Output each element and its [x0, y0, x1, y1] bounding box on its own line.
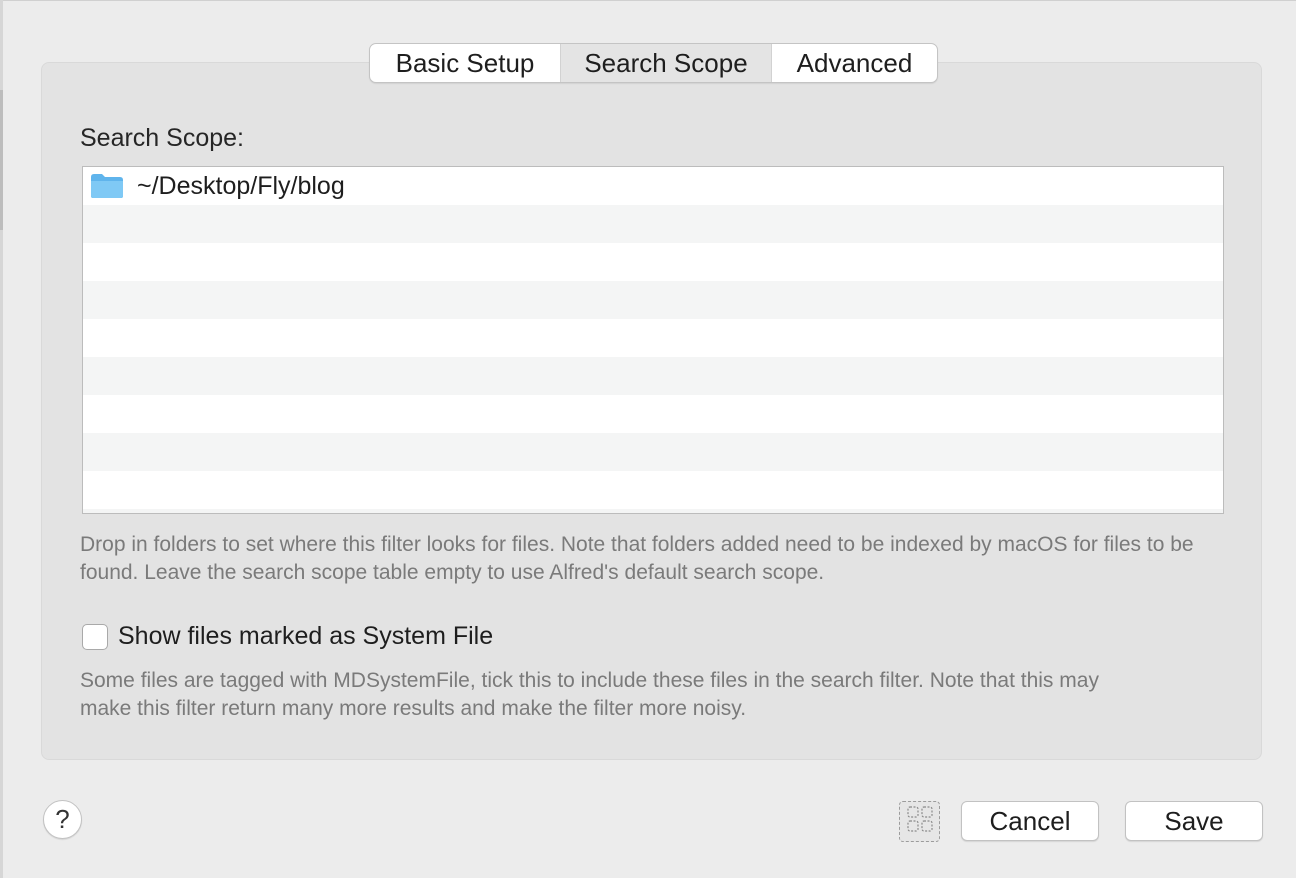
table-row-empty — [83, 319, 1223, 357]
table-row-empty — [83, 205, 1223, 243]
system-file-help-text: Some files are tagged with MDSystemFile,… — [80, 669, 1099, 720]
tab-basic-setup[interactable]: Basic Setup — [370, 44, 561, 82]
search-scope-label: Search Scope: — [80, 124, 244, 152]
search-scope-help-text: Drop in folders to set where this filter… — [80, 533, 1194, 584]
tab-bar: Basic Setup Search Scope Advanced — [369, 43, 938, 83]
table-row-empty — [83, 281, 1223, 319]
system-file-option[interactable]: Show files marked as System File — [82, 622, 493, 651]
table-row-empty — [83, 433, 1223, 471]
help-button[interactable]: ? — [43, 800, 82, 839]
table-row-empty — [83, 471, 1223, 509]
tab-advanced[interactable]: Advanced — [772, 44, 937, 82]
cancel-button[interactable]: Cancel — [961, 801, 1099, 841]
search-scope-table[interactable]: ~/Desktop/Fly/blog — [82, 166, 1224, 514]
folder-path: ~/Desktop/Fly/blog — [137, 171, 345, 200]
window-top-edge — [0, 0, 1296, 1]
left-edge-notch — [0, 90, 3, 230]
table-row-empty — [83, 395, 1223, 433]
window-left-edge — [0, 0, 3, 878]
table-row-empty — [83, 357, 1223, 395]
table-row-empty — [83, 243, 1223, 281]
save-button[interactable]: Save — [1125, 801, 1263, 841]
tab-search-scope[interactable]: Search Scope — [561, 44, 772, 82]
folder-icon — [90, 173, 124, 199]
grid-icon — [906, 805, 934, 838]
system-file-checkbox[interactable] — [82, 623, 108, 650]
system-file-checkbox-label[interactable]: Show files marked as System File — [118, 622, 493, 651]
table-row-empty — [83, 509, 1223, 513]
grid-button[interactable] — [899, 801, 940, 842]
table-row[interactable]: ~/Desktop/Fly/blog — [83, 167, 1223, 205]
